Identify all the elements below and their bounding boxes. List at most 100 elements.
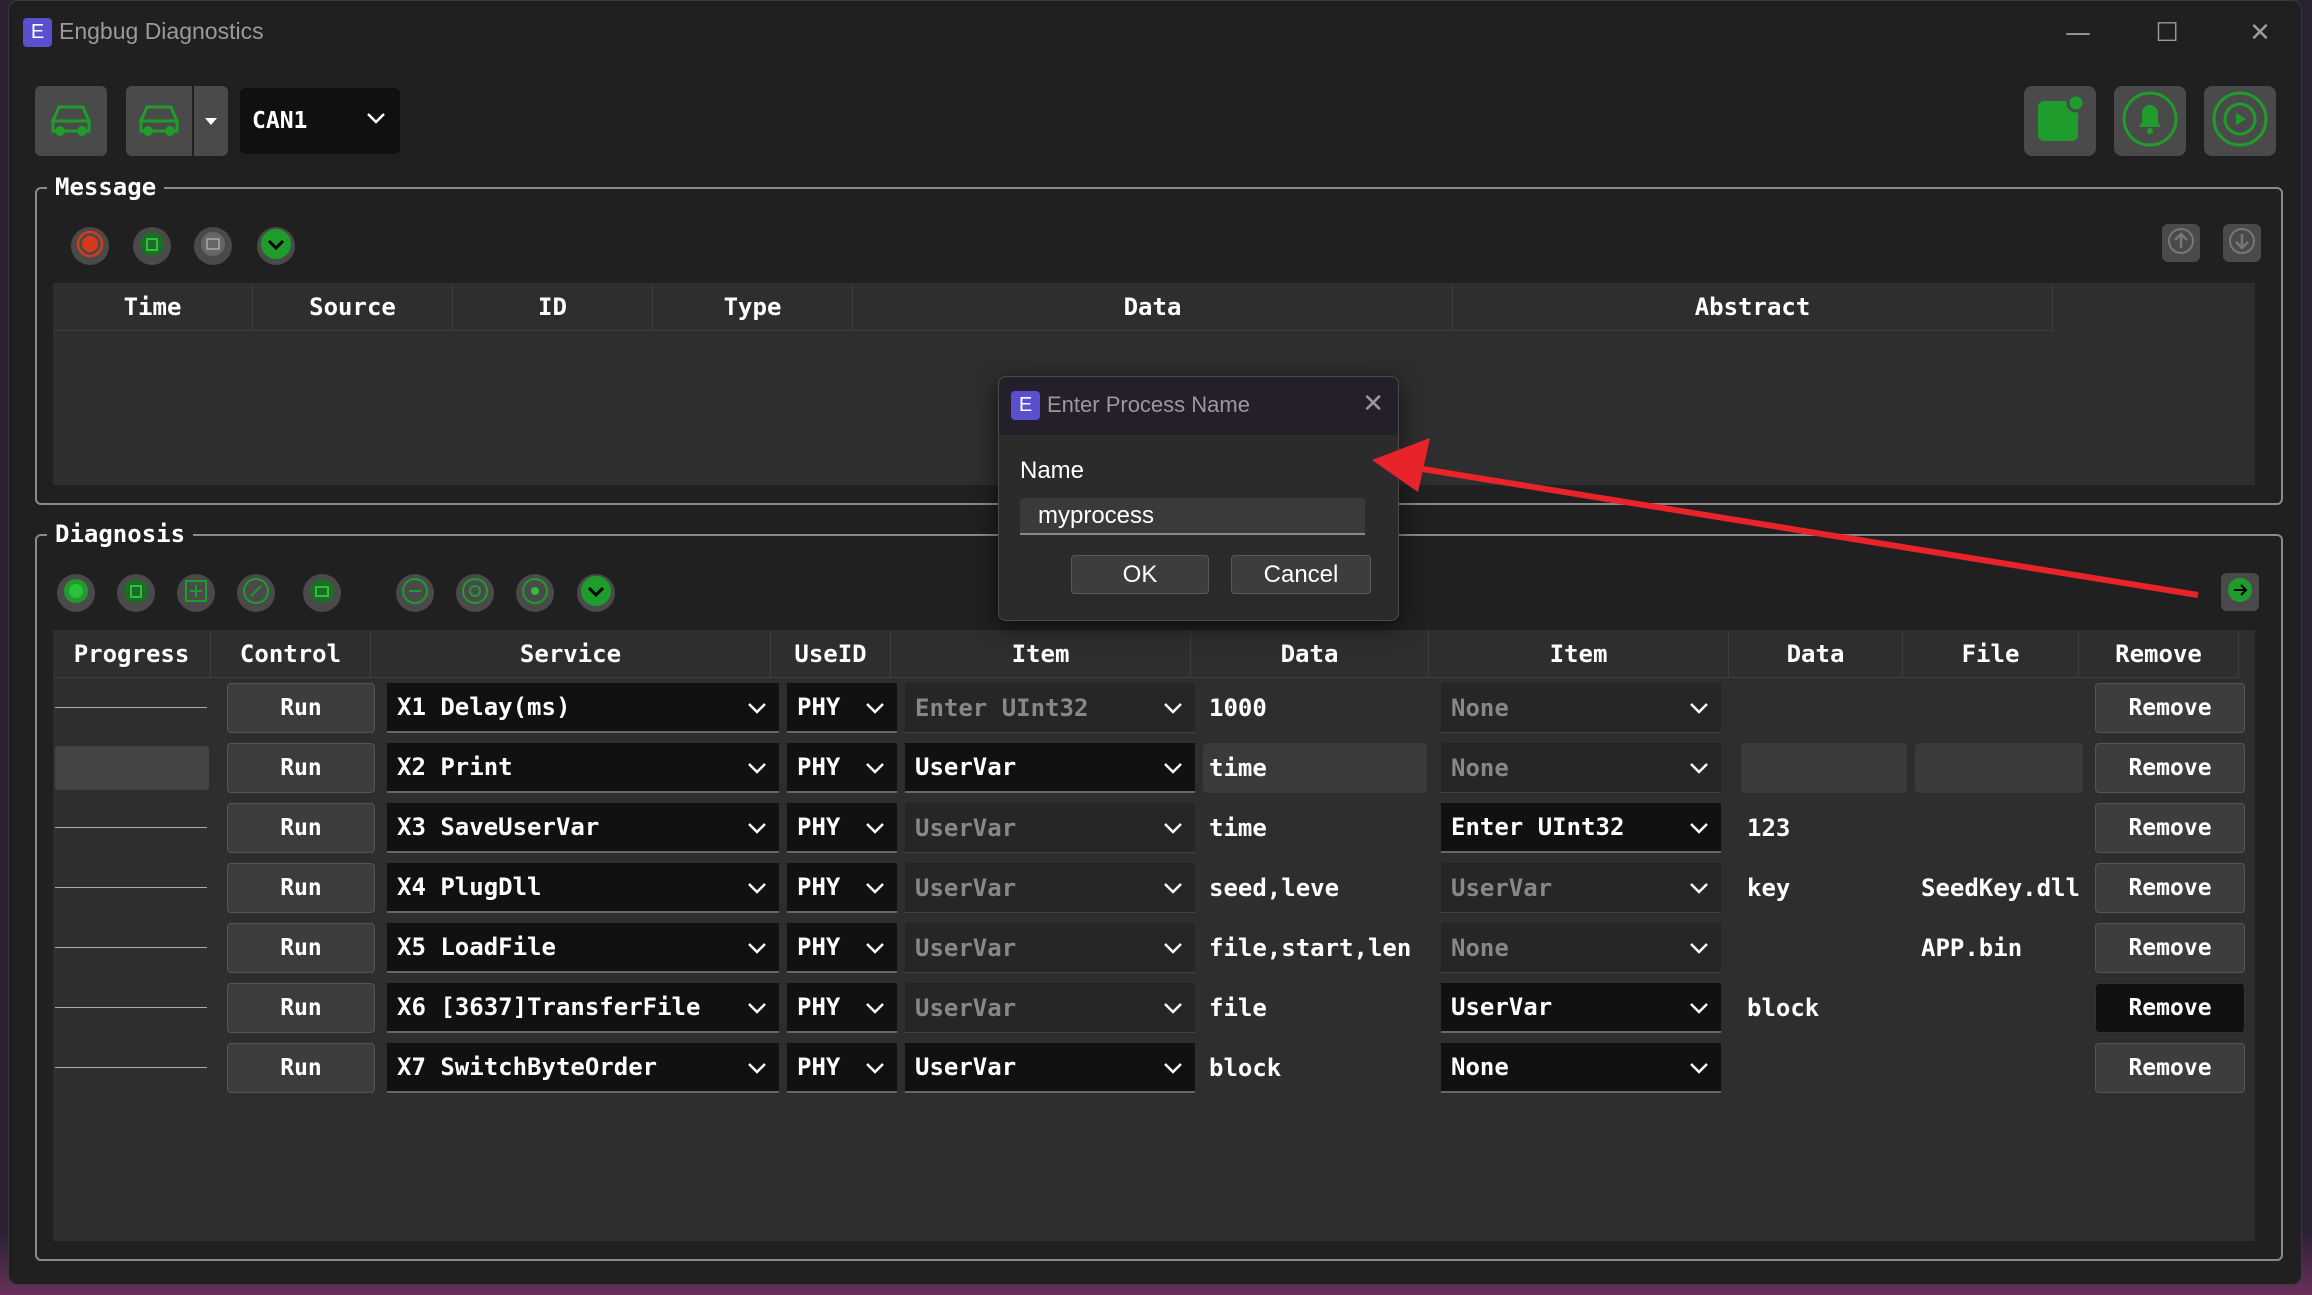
run-button[interactable]: Run: [227, 923, 375, 973]
service-select[interactable]: X4 PlugDll: [387, 863, 779, 913]
remove-button[interactable]: Remove: [2095, 683, 2245, 733]
remove-button[interactable]: Remove: [2095, 983, 2245, 1033]
remove-button[interactable]: Remove: [2095, 1043, 2245, 1093]
scroll-down-button[interactable]: [2223, 224, 2261, 262]
diagnosis-options-button[interactable]: [577, 574, 615, 612]
data-cell[interactable]: time: [1203, 743, 1427, 793]
item-select[interactable]: None: [1441, 683, 1721, 733]
data-cell[interactable]: file: [1203, 983, 1427, 1033]
column-header[interactable]: Item: [891, 630, 1191, 678]
service-select[interactable]: X1 Delay(ms): [387, 683, 779, 733]
column-header[interactable]: Source: [253, 283, 453, 331]
data-cell[interactable]: seed,leve: [1203, 863, 1427, 913]
vehicle-button[interactable]: [126, 86, 192, 156]
file-cell[interactable]: [1915, 983, 2083, 1033]
useid-select[interactable]: PHY: [787, 803, 897, 853]
edit-step-button[interactable]: [237, 574, 275, 612]
ok-button[interactable]: OK: [1071, 555, 1209, 594]
useid-select[interactable]: PHY: [787, 1043, 897, 1093]
item-select[interactable]: UserVar: [905, 863, 1195, 913]
run-button[interactable]: Run: [227, 683, 375, 733]
item-select[interactable]: UserVar: [905, 923, 1195, 973]
useid-select[interactable]: PHY: [787, 863, 897, 913]
data-cell[interactable]: [1741, 1043, 1907, 1093]
data-cell[interactable]: [1741, 683, 1907, 733]
run-button[interactable]: Run: [227, 1043, 375, 1093]
service-select[interactable]: X2 Print: [387, 743, 779, 793]
scroll-up-button[interactable]: [2162, 224, 2200, 262]
run-button[interactable]: Run: [227, 983, 375, 1033]
power-button[interactable]: [2204, 86, 2276, 156]
channel-select[interactable]: CAN1: [240, 88, 400, 154]
column-header[interactable]: Type: [653, 283, 853, 331]
run-button[interactable]: Run: [227, 863, 375, 913]
run-button[interactable]: Run: [227, 803, 375, 853]
data-cell[interactable]: time: [1203, 803, 1427, 853]
connect-vehicle-button[interactable]: [35, 86, 107, 156]
column-header[interactable]: File: [1903, 630, 2079, 678]
service-select[interactable]: X7 SwitchByteOrder: [387, 1043, 779, 1093]
column-header[interactable]: Remove: [2079, 630, 2239, 678]
data-cell[interactable]: key: [1741, 863, 1907, 913]
column-header[interactable]: Service: [371, 630, 771, 678]
column-header[interactable]: Control: [211, 630, 371, 678]
item-select[interactable]: UserVar: [905, 1043, 1195, 1093]
delete-button[interactable]: [117, 574, 155, 612]
item-select[interactable]: UserVar: [905, 743, 1195, 793]
data-cell[interactable]: 1000: [1203, 683, 1427, 733]
target-button[interactable]: [516, 574, 554, 612]
data-cell[interactable]: [1741, 743, 1907, 793]
settings-button[interactable]: [456, 574, 494, 612]
useid-select[interactable]: PHY: [787, 923, 897, 973]
load-button[interactable]: [303, 574, 341, 612]
column-header[interactable]: Data: [853, 283, 1453, 331]
service-select[interactable]: X3 SaveUserVar: [387, 803, 779, 853]
column-header[interactable]: Item: [1429, 630, 1729, 678]
file-cell[interactable]: APP.bin: [1915, 923, 2083, 973]
item-select[interactable]: UserVar: [905, 803, 1195, 853]
remove-button[interactable]: Remove: [2095, 863, 2245, 913]
data-cell[interactable]: [1741, 923, 1907, 973]
remove-button[interactable]: Remove: [2095, 743, 2245, 793]
item-select[interactable]: UserVar: [1441, 863, 1721, 913]
file-cell[interactable]: [1915, 803, 2083, 853]
service-select[interactable]: X5 LoadFile: [387, 923, 779, 973]
export-button[interactable]: [396, 574, 434, 612]
column-header[interactable]: Abstract: [1453, 283, 2053, 331]
record-button[interactable]: [71, 227, 109, 265]
data-cell[interactable]: 123: [1741, 803, 1907, 853]
column-header[interactable]: Data: [1729, 630, 1903, 678]
notes-button[interactable]: [2024, 86, 2096, 156]
file-cell[interactable]: [1915, 743, 2083, 793]
notifications-button[interactable]: [2114, 86, 2186, 156]
maximize-button[interactable]: ☐: [2147, 13, 2187, 53]
save-process-button[interactable]: [2221, 573, 2259, 611]
start-button[interactable]: [57, 574, 95, 612]
data-cell[interactable]: file,start,len: [1203, 923, 1427, 973]
item-select[interactable]: UserVar: [1441, 983, 1721, 1033]
file-cell[interactable]: [1915, 1043, 2083, 1093]
item-select[interactable]: Enter UInt32: [905, 683, 1195, 733]
column-header[interactable]: Progress: [53, 630, 211, 678]
item-select[interactable]: None: [1441, 1043, 1721, 1093]
cancel-button[interactable]: Cancel: [1231, 555, 1371, 594]
minimize-button[interactable]: —: [2058, 13, 2098, 53]
close-button[interactable]: ✕: [2240, 13, 2280, 53]
useid-select[interactable]: PHY: [787, 983, 897, 1033]
process-name-input[interactable]: myprocess: [1020, 498, 1365, 535]
useid-select[interactable]: PHY: [787, 743, 897, 793]
column-header[interactable]: ID: [453, 283, 653, 331]
service-select[interactable]: X6 [3637]TransferFile: [387, 983, 779, 1033]
add-step-button[interactable]: [177, 574, 215, 612]
remove-button[interactable]: Remove: [2095, 803, 2245, 853]
item-select[interactable]: None: [1441, 743, 1721, 793]
item-select[interactable]: UserVar: [905, 983, 1195, 1033]
file-cell[interactable]: [1915, 683, 2083, 733]
file-cell[interactable]: SeedKey.dll: [1915, 863, 2083, 913]
column-header[interactable]: UseID: [771, 630, 891, 678]
column-header[interactable]: Time: [53, 283, 253, 331]
message-options-button[interactable]: [257, 227, 295, 265]
run-button[interactable]: Run: [227, 743, 375, 793]
dialog-close-button[interactable]: ✕: [1362, 389, 1384, 419]
column-header[interactable]: Data: [1191, 630, 1429, 678]
